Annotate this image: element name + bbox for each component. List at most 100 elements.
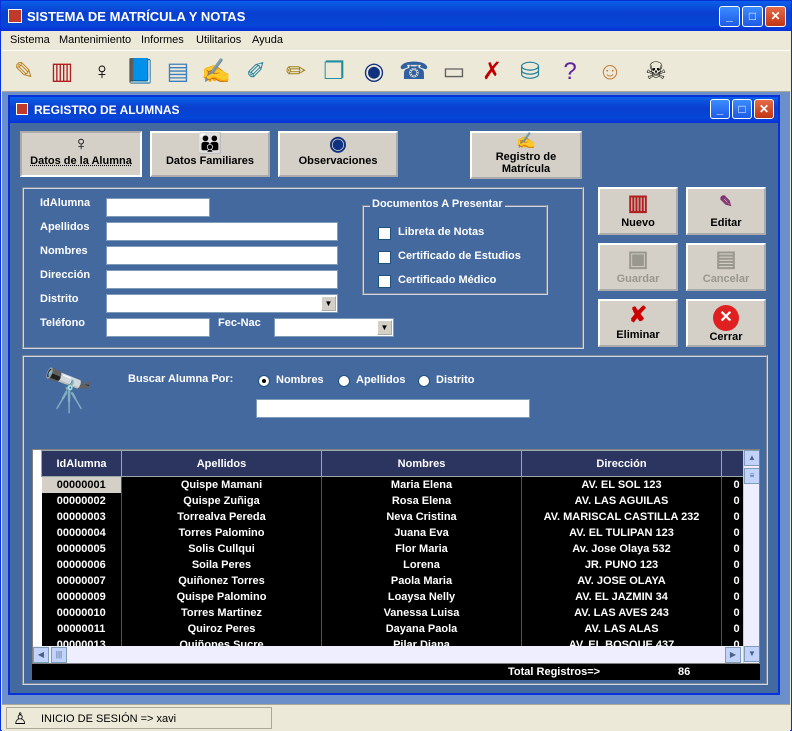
table-cell[interactable]: Solis Cullqui xyxy=(121,540,322,557)
table-cell[interactable]: Lorena xyxy=(321,556,522,573)
table-cell[interactable]: Rosa Elena xyxy=(321,492,522,509)
eliminar-button[interactable]: ✘ Eliminar xyxy=(598,299,678,347)
col-direccion[interactable]: Dirección xyxy=(521,450,722,477)
form-title-bar[interactable]: REGISTRO DE ALUMNAS _ □ ✕ xyxy=(10,97,778,123)
table-row[interactable]: 00000003 Torrealva Pereda Neva Cristina AV.… xyxy=(41,508,752,525)
write-icon[interactable]: ✐ xyxy=(240,56,272,88)
notes-icon[interactable]: ▤ xyxy=(162,56,194,88)
table-cell[interactable]: Maria Elena xyxy=(321,476,522,493)
table-cell[interactable]: Dayana Paola xyxy=(321,620,522,637)
books-icon[interactable]: ▥ xyxy=(46,56,78,88)
skull-icon[interactable]: ☠ xyxy=(640,56,672,88)
cancelar-button[interactable]: ▤ Cancelar xyxy=(686,243,766,291)
scroll-up-icon[interactable]: ▲ xyxy=(744,450,759,466)
form-maximize-button[interactable]: □ xyxy=(732,99,752,119)
table-cell[interactable]: Neva Cristina xyxy=(321,508,522,525)
certificado-medico-checkbox[interactable] xyxy=(378,275,391,288)
copy-icon[interactable]: ❐ xyxy=(318,56,350,88)
disk-icon[interactable]: ⛁ xyxy=(514,56,546,88)
scroll-left-icon[interactable]: ◀ xyxy=(33,647,49,663)
table-cell[interactable]: Vanessa Luisa xyxy=(321,604,522,621)
close-button[interactable]: ✕ xyxy=(765,6,786,27)
distrito-select[interactable]: ▼ xyxy=(106,294,338,313)
nombres-field[interactable] xyxy=(106,246,338,265)
menu-utilitarios[interactable]: Utilitarios xyxy=(196,34,241,46)
fecnac-picker[interactable]: ▼ xyxy=(274,318,394,337)
table-cell[interactable]: Torres Palomino xyxy=(121,524,322,541)
table-cell[interactable]: 00000006 xyxy=(41,556,122,573)
student-icon[interactable]: ♀ xyxy=(86,56,118,88)
certificado-estudios-checkbox[interactable] xyxy=(378,251,391,264)
table-row[interactable]: 00000005 Solis Cullqui Flor Maria Av. Jose … xyxy=(41,540,752,557)
card-icon[interactable]: ▭ xyxy=(438,56,470,88)
table-cell[interactable]: 00000003 xyxy=(41,508,122,525)
idalumna-field[interactable] xyxy=(106,198,210,217)
table-cell[interactable]: 00000009 xyxy=(41,588,122,605)
nuevo-button[interactable]: ▥ Nuevo xyxy=(598,187,678,235)
table-cell[interactable]: AV. MARISCAL CASTILLA 232 xyxy=(521,508,722,525)
pencil-ruler-icon[interactable]: ✎ xyxy=(8,56,40,88)
minimize-button[interactable]: _ xyxy=(719,6,740,27)
table-cell[interactable]: Torres Martinez xyxy=(121,604,322,621)
eye-icon[interactable]: ◉ xyxy=(358,56,390,88)
guardar-button[interactable]: ▣ Guardar xyxy=(598,243,678,291)
table-row[interactable]: 00000007 Quiñonez Torres Paola Maria AV. JO… xyxy=(41,572,752,589)
horizontal-scrollbar[interactable]: ◀ ||| ▶ xyxy=(33,646,743,663)
table-cell[interactable]: Paola Maria xyxy=(321,572,522,589)
menu-ayuda[interactable]: Ayuda xyxy=(252,34,283,46)
title-bar[interactable]: SISTEMA DE MATRÍCULA Y NOTAS _ □ ✕ xyxy=(1,1,791,31)
table-row[interactable]: 00000009 Quispe Palomino Loaysa Nelly AV. E… xyxy=(41,588,752,605)
tab-observaciones[interactable]: ◉ Observaciones xyxy=(278,131,398,177)
table-row[interactable]: 00000006 Soila Peres Lorena JR. PUNO 123 0 xyxy=(41,556,752,573)
table-row[interactable]: 00000011 Quiroz Peres Dayana Paola AV. LAS … xyxy=(41,620,752,637)
libreta-checkbox[interactable] xyxy=(378,227,391,240)
help-book-icon[interactable]: ? xyxy=(554,56,586,88)
scroll-right-icon[interactable]: ▶ xyxy=(725,647,741,663)
scroll-thumb[interactable]: ≡ xyxy=(744,468,759,484)
sign-icon[interactable]: ✍ xyxy=(200,56,232,88)
phone-icon[interactable]: ☎ xyxy=(398,56,430,88)
cerrar-button[interactable]: ✕ Cerrar xyxy=(686,299,766,347)
edit-doc-icon[interactable]: ✏ xyxy=(280,56,312,88)
menu-sistema[interactable]: Sistema xyxy=(10,34,50,46)
book-icon[interactable]: 📘 xyxy=(124,56,156,88)
form-minimize-button[interactable]: _ xyxy=(710,99,730,119)
table-cell[interactable]: Loaysa Nelly xyxy=(321,588,522,605)
table-cell[interactable]: JR. PUNO 123 xyxy=(521,556,722,573)
table-row[interactable]: 00000004 Torres Palomino Juana Eva AV. EL T… xyxy=(41,524,752,541)
editar-button[interactable]: ✎ Editar xyxy=(686,187,766,235)
table-cell[interactable]: Quispe Palomino xyxy=(121,588,322,605)
table-cell[interactable]: Quispe Mamani xyxy=(121,476,322,493)
form-close-button[interactable]: ✕ xyxy=(754,99,774,119)
radio-apellidos[interactable] xyxy=(338,375,350,387)
table-cell[interactable]: AV. LAS AGUILAS xyxy=(521,492,722,509)
radio-nombres[interactable] xyxy=(258,375,270,387)
table-cell[interactable]: 00000010 xyxy=(41,604,122,621)
table-cell[interactable]: Quiñonez Torres xyxy=(121,572,322,589)
table-row[interactable]: 00000001 Quispe Mamani Maria Elena AV. EL S… xyxy=(41,476,752,493)
col-nombres[interactable]: Nombres xyxy=(321,450,522,477)
user-avatar-icon[interactable]: ☺ xyxy=(594,56,626,88)
table-cell[interactable]: 00000001 xyxy=(41,476,122,493)
telefono-field[interactable] xyxy=(106,318,210,337)
delete-card-icon[interactable]: ✗ xyxy=(476,56,508,88)
hscroll-thumb[interactable]: ||| xyxy=(51,647,67,663)
table-cell[interactable]: AV. LAS ALAS xyxy=(521,620,722,637)
table-cell[interactable]: AV. EL JAZMIN 34 xyxy=(521,588,722,605)
radio-distrito[interactable] xyxy=(418,375,430,387)
table-cell[interactable]: AV. EL SOL 123 xyxy=(521,476,722,493)
alumnas-grid[interactable]: IdAlumna Apellidos Nombres Dirección 000… xyxy=(32,449,760,664)
direccion-field[interactable] xyxy=(106,270,338,289)
table-cell[interactable]: AV. EL TULIPAN 123 xyxy=(521,524,722,541)
table-cell[interactable]: Torrealva Pereda xyxy=(121,508,322,525)
table-cell[interactable]: 00000007 xyxy=(41,572,122,589)
table-cell[interactable]: 00000005 xyxy=(41,540,122,557)
table-cell[interactable]: Flor Maria xyxy=(321,540,522,557)
table-row[interactable]: 00000010 Torres Martinez Vanessa Luisa AV. … xyxy=(41,604,752,621)
tab-datos-alumna[interactable]: ♀ Datos de la Alumna xyxy=(20,131,142,177)
table-cell[interactable]: AV. JOSE OLAYA xyxy=(521,572,722,589)
menu-mantenimiento[interactable]: Mantenimiento xyxy=(59,34,131,46)
table-cell[interactable]: 00000002 xyxy=(41,492,122,509)
apellidos-field[interactable] xyxy=(106,222,338,241)
scroll-down-icon[interactable]: ▼ xyxy=(744,646,759,662)
